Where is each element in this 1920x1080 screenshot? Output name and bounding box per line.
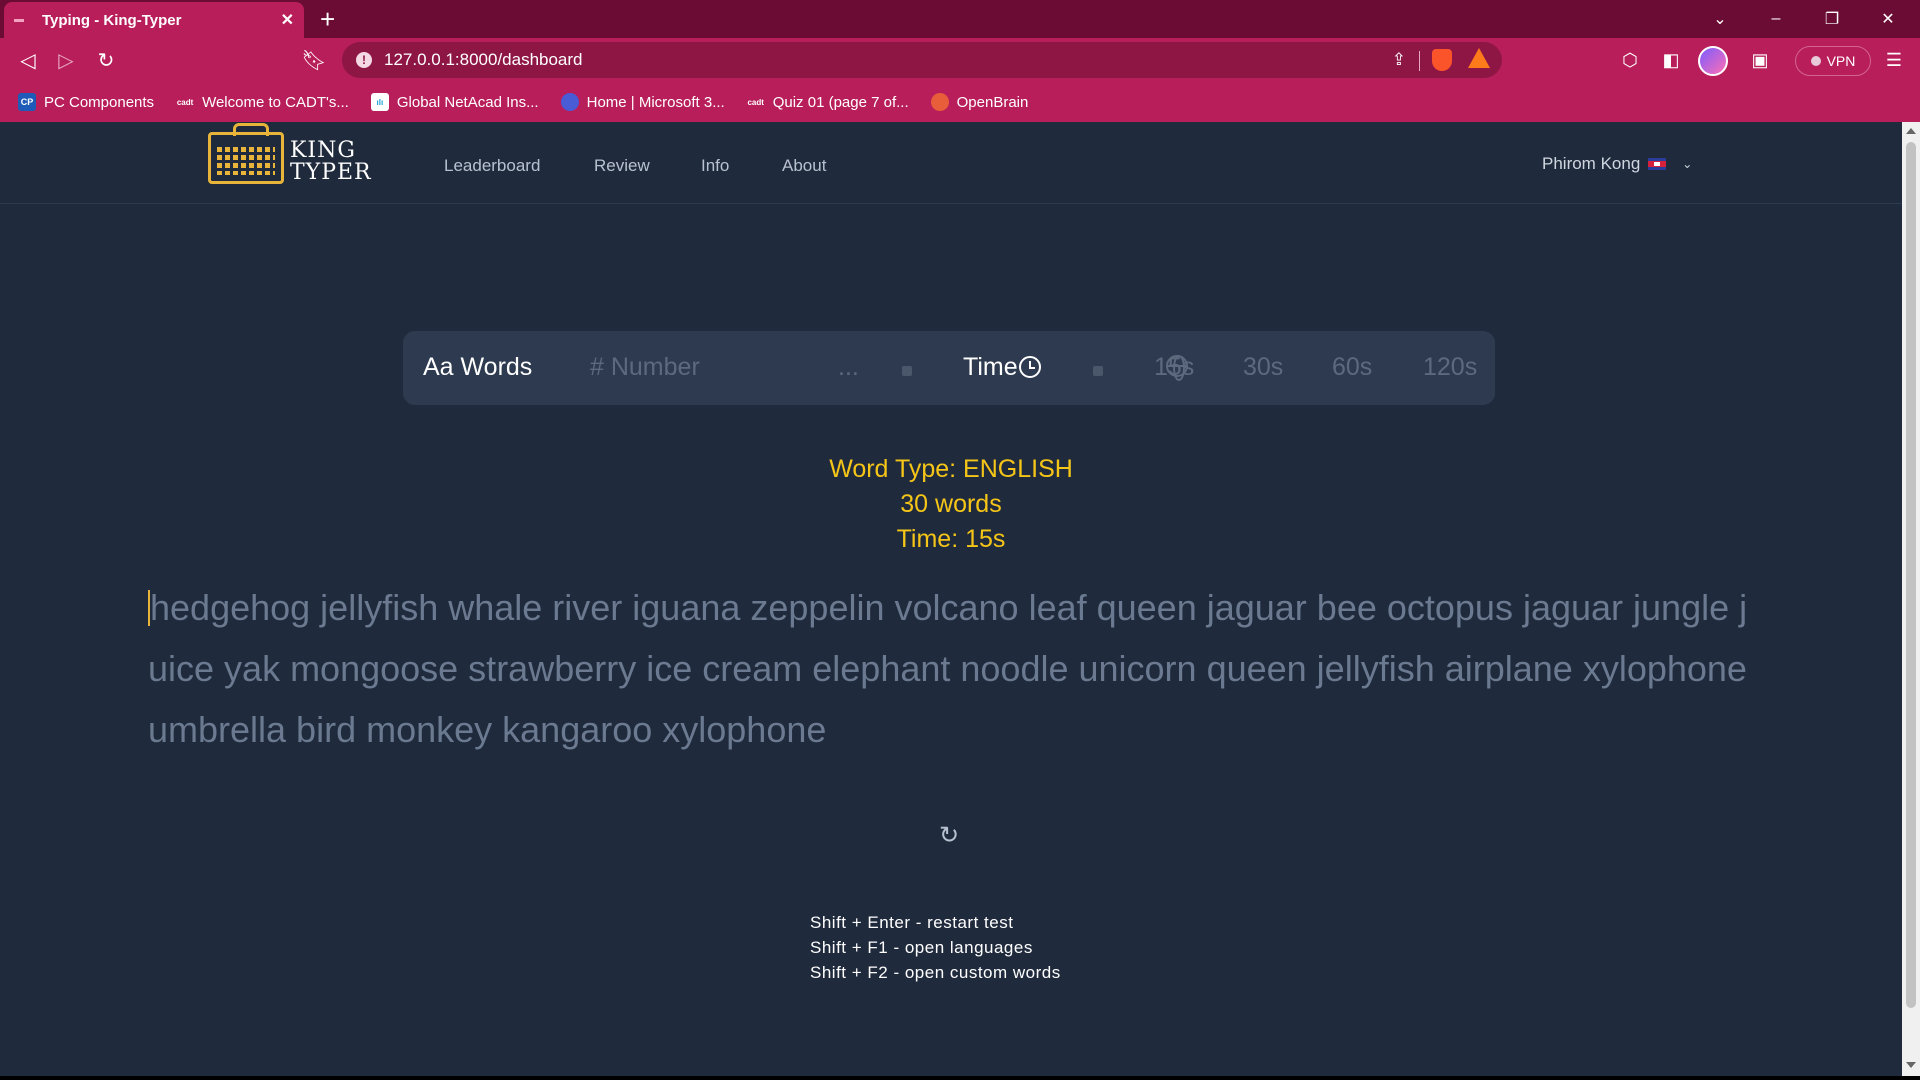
clock-icon: [1018, 356, 1041, 378]
scrollbar-thumb[interactable]: [1906, 142, 1916, 1008]
tab-close-icon[interactable]: ✕: [281, 10, 294, 30]
address-bar[interactable]: ! 127.0.0.1:8000/dashboard ⇪: [342, 42, 1502, 78]
cisco-icon: ılı: [370, 93, 389, 111]
openbrain-icon: [930, 93, 949, 111]
bookmark-label: Home | Microsoft 3...: [586, 93, 725, 111]
brave-shields-icon[interactable]: [1432, 49, 1452, 71]
mode-selector-bar: Aa Words # Number ... Time 15s 30s 60s 1…: [403, 331, 1495, 405]
hint-custom-words: Shift + F2 - open custom words: [810, 963, 1061, 982]
bookmark-item[interactable]: Home | Microsoft 3...: [560, 93, 725, 111]
duration-120s[interactable]: 120s: [1423, 353, 1477, 382]
mode-number[interactable]: # Number: [590, 353, 700, 382]
forward-button[interactable]: ▷: [52, 46, 80, 74]
chevron-down-icon: ⌄: [1682, 157, 1693, 171]
brave-rewards-icon[interactable]: [1468, 48, 1490, 68]
bookmark-item[interactable]: cadt Quiz 01 (page 7 of...: [747, 93, 909, 111]
restart-icon[interactable]: ↻: [937, 824, 961, 848]
bookmark-label: Global NetAcad Ins...: [396, 93, 539, 111]
tab-title: Typing - King-Typer: [42, 11, 182, 29]
site-navbar: KING TYPER Leaderboard Review Info About…: [0, 122, 1902, 204]
bookmark-item[interactable]: CP PC Components: [18, 93, 154, 111]
restore-button[interactable]: ❐: [1804, 0, 1860, 38]
cadt-icon: cadt: [176, 97, 194, 107]
profile-avatar[interactable]: [1698, 46, 1728, 76]
page-content: KING TYPER Leaderboard Review Info About…: [0, 122, 1902, 1076]
user-name: Phirom Kong: [1542, 154, 1641, 173]
bookmark-item[interactable]: ılı Global NetAcad Ins...: [370, 93, 539, 111]
site-info-icon[interactable]: !: [356, 52, 372, 68]
cambodia-flag-icon: [1648, 158, 1667, 170]
mode-more[interactable]: ...: [838, 353, 859, 382]
duration-15s[interactable]: 15s: [1154, 353, 1194, 382]
typing-words-area[interactable]: hedgehog jellyfish whale river iguana ze…: [148, 577, 1758, 760]
address-bar-divider: [1419, 51, 1420, 71]
keyboard-hints: Shift + Enter - restart test Shift + F1 …: [810, 910, 1061, 985]
cadt-icon: cadt: [747, 97, 764, 107]
nav-review[interactable]: Review: [594, 156, 650, 176]
bookmark-label: PC Components: [44, 93, 155, 111]
king-typer-logo[interactable]: KING TYPER: [208, 123, 378, 190]
microsoft365-icon: [560, 93, 579, 111]
tab-list-chevron-icon[interactable]: ⌄: [1692, 0, 1748, 38]
bookmark-label: Quiz 01 (page 7 of...: [772, 93, 909, 111]
nav-about[interactable]: About: [782, 156, 826, 176]
share-icon[interactable]: ⇪: [1392, 50, 1406, 70]
test-info: Word Type: ENGLISH 30 words Time: 15s: [0, 452, 1902, 557]
kingtyper-favicon-icon: ▬: [14, 14, 24, 25]
logo-text: KING TYPER: [290, 138, 372, 185]
word-type-label: Word Type: ENGLISH: [829, 455, 1073, 483]
hint-languages: Shift + F1 - open languages: [810, 938, 1033, 957]
browser-tab-strip: ▬ Typing - King-Typer ✕ + ⌄ – ❐ ✕: [0, 0, 1920, 38]
browser-toolbar: ◁ ▷ ↻ 🔖︎ ! 127.0.0.1:8000/dashboard ⇪ ⬡ …: [0, 38, 1920, 82]
vpn-status-icon: [1810, 56, 1821, 66]
mode-words[interactable]: Aa Words: [423, 353, 532, 382]
bookmarks-bar: CP PC Components cadt Welcome to CADT's.…: [0, 82, 1920, 122]
wallet-icon[interactable]: ▣: [1746, 46, 1774, 74]
mode-separator: [1093, 366, 1103, 376]
vpn-label: VPN: [1826, 53, 1856, 69]
vpn-button[interactable]: VPN: [1795, 46, 1871, 76]
hint-restart: Shift + Enter - restart test: [810, 913, 1014, 932]
minimize-button[interactable]: –: [1748, 0, 1804, 38]
user-menu[interactable]: Phirom Kong ⌄: [1542, 154, 1692, 174]
mode-separator: [902, 366, 912, 376]
bookmark-item[interactable]: cadt Welcome to CADT's...: [176, 93, 349, 111]
mode-time[interactable]: Time: [963, 353, 1041, 382]
duration-30s[interactable]: 30s: [1243, 353, 1283, 382]
bookmark-label: Welcome to CADT's...: [202, 93, 349, 111]
sidebar-icon[interactable]: ◧: [1657, 46, 1685, 74]
new-tab-button[interactable]: +: [320, 4, 335, 34]
nav-info[interactable]: Info: [701, 156, 729, 176]
page-scrollbar[interactable]: [1902, 122, 1920, 1076]
scroll-up-arrow-icon[interactable]: [1906, 128, 1916, 134]
duration-60s[interactable]: 60s: [1332, 353, 1372, 382]
browser-tab-active[interactable]: ▬ Typing - King-Typer ✕: [4, 2, 304, 38]
extensions-icon[interactable]: ⬡: [1616, 46, 1644, 74]
menu-icon[interactable]: ☰: [1880, 46, 1908, 74]
words-text: hedgehog jellyfish whale river iguana ze…: [148, 587, 1748, 750]
back-button[interactable]: ◁: [14, 46, 42, 74]
keyboard-icon: [208, 123, 284, 184]
close-window-button[interactable]: ✕: [1860, 0, 1916, 38]
bookmark-icon[interactable]: 🔖︎: [300, 46, 328, 74]
cp-icon: CP: [18, 93, 36, 111]
bookmark-label: OpenBrain: [956, 93, 1029, 111]
word-count-label: 30 words: [900, 490, 1002, 518]
nav-leaderboard[interactable]: Leaderboard: [444, 156, 540, 176]
reload-button[interactable]: ↻: [92, 46, 120, 74]
bookmark-item[interactable]: OpenBrain: [930, 93, 1029, 111]
url-text[interactable]: 127.0.0.1:8000/dashboard: [384, 50, 583, 70]
time-label: Time: 15s: [896, 525, 1006, 553]
scroll-down-arrow-icon[interactable]: [1906, 1062, 1916, 1068]
